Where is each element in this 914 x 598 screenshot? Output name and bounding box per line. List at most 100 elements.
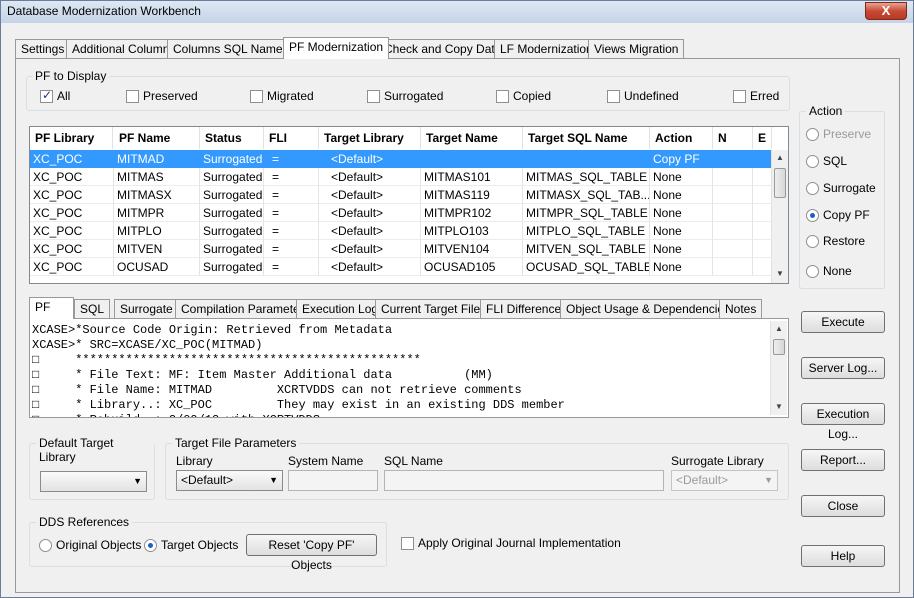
column-header-status[interactable]: Status [200,127,264,149]
system-name-input[interactable] [288,470,378,491]
radio-none[interactable]: None [806,264,852,278]
source-scroll-down-icon[interactable]: ▼ [771,399,787,415]
checkbox-copied[interactable]: Copied [496,89,551,103]
detail-tab-execution-log[interactable]: Execution Log [296,299,385,319]
table-cell [753,150,772,168]
column-header-target-library[interactable]: Target Library [319,127,421,149]
radio-copy-pf[interactable]: Copy PF [806,208,870,222]
column-header-target-name[interactable]: Target Name [421,127,523,149]
table-cell: XC_POC [30,258,114,276]
detail-tab-fli-difference[interactable]: FLI Difference [480,299,568,319]
window-content: Settings Additional Columns Columns SQL … [5,25,909,595]
radio-sql[interactable]: SQL [806,154,847,168]
radio-target-objects[interactable]: Target Objects [144,538,238,552]
system-name-label: System Name [288,454,364,468]
table-cell: Surrogated [200,150,264,168]
tab-additional-columns[interactable]: Additional Columns [66,39,182,59]
scroll-up-icon[interactable]: ▲ [772,150,788,166]
execute-button[interactable]: Execute [801,311,885,333]
library-select[interactable]: <Default> ▼ [176,470,283,491]
tab-columns-sql-names[interactable]: Columns SQL Names [167,39,295,59]
column-header-action[interactable]: Action [650,127,713,149]
column-header-pf-name[interactable]: PF Name [114,127,200,149]
pf-display-label: PF to Display [32,69,110,83]
table-row[interactable]: XC_POC OCUSAD Surrogated = <Default> OCUSAD10… [30,258,772,276]
source-scroll-thumb[interactable] [773,339,785,355]
table-row[interactable]: XC_POC MITMAD Surrogated = <Default> Copy PF [30,150,772,168]
detail-tab-surrogate[interactable]: Surrogate [114,299,179,319]
checkbox-undefined[interactable]: Undefined [607,89,679,103]
server-log-button[interactable]: Server Log... [801,357,885,379]
library-label: Library [176,454,213,468]
column-header-target-sql-name[interactable]: Target SQL Name [523,127,650,149]
source-line: □ * File Name: MITMAD XCRTVDDS can not r… [32,383,522,397]
table-row[interactable]: XC_POC MITMAS Surrogated = <Default> MITMAS10… [30,168,772,186]
radio-preserve: Preserve [806,127,871,141]
table-cell [753,258,772,276]
execution-log-button[interactable]: Execution Log... [801,403,885,441]
checkbox-all[interactable]: All [40,88,70,103]
checkbox-surrogated[interactable]: Surrogated [367,89,443,103]
table-cell [713,186,753,204]
table-cell: MITPLO103 [421,222,523,240]
table-row[interactable]: XC_POC MITPLO Surrogated = <Default> MITPLO10… [30,222,772,240]
tab-lf-modernization[interactable]: LF Modernization [494,39,599,59]
main-window: Database Modernization Workbench X Setti… [0,0,914,598]
table-cell: Copy PF [650,150,713,168]
table-cell: None [650,186,713,204]
reset-copy-pf-objects-button[interactable]: Reset 'Copy PF' Objects [246,534,377,572]
checkbox-preserved[interactable]: Preserved [126,89,198,103]
help-button[interactable]: Help [801,545,885,567]
detail-tab-sql[interactable]: SQL [74,299,111,319]
column-header-pf-library[interactable]: PF Library [30,127,113,149]
table-cell [753,240,772,258]
detail-tab-compilation-parameters[interactable]: Compilation Parameters [175,299,316,319]
table-cell: MITVEN_SQL_TABLE [523,240,650,258]
tab-settings[interactable]: Settings [15,39,71,59]
close-button[interactable]: Close [801,495,885,517]
radio-surrogate[interactable]: Surrogate [806,181,876,195]
default-target-library-select[interactable]: ▼ [40,471,147,492]
table-cell: Surrogated [200,222,264,240]
report-button[interactable]: Report... [801,449,885,471]
column-header-fli[interactable]: FLI [264,127,319,149]
sql-name-input[interactable] [384,470,664,491]
table-cell: <Default> [319,168,421,186]
column-header-n[interactable]: N [713,127,753,149]
table-cell: <Default> [319,222,421,240]
table-row[interactable]: XC_POC MITMASX Surrogated = <Default> MITMAS1… [30,186,772,204]
table-cell: OCUSAD105 [421,258,523,276]
source-vertical-scrollbar[interactable]: ▲ ▼ [770,321,787,415]
table-row[interactable]: XC_POC MITVEN Surrogated = <Default> MITVEN10… [30,240,772,258]
detail-tab-pf[interactable]: PF [29,297,74,319]
column-header-e[interactable]: E [753,127,772,149]
table-cell: = [264,150,319,168]
tab-check-and-copy-data[interactable]: Check and Copy Data [378,39,508,59]
source-code-text[interactable]: XCASE>*Source Code Origin: Retrieved fro… [32,323,767,417]
tab-pf-modernization[interactable]: PF Modernization [283,37,390,59]
dds-references-label: DDS References [36,515,133,529]
window-close-button[interactable]: X [865,2,907,20]
checkbox-migrated[interactable]: Migrated [250,89,314,103]
scroll-down-icon[interactable]: ▼ [772,266,788,282]
detail-tab-notes[interactable]: Notes [719,299,763,319]
table-cell: None [650,240,713,258]
source-line: □ * Library..: XC_POC They may exist in … [32,398,565,412]
scroll-thumb[interactable] [774,168,786,198]
radio-original-objects[interactable]: Original Objects [39,538,141,552]
grid-vertical-scrollbar[interactable]: ▲ ▼ [771,150,788,283]
table-cell: = [264,240,319,258]
checkbox-apply-journal[interactable]: Apply Original Journal Implementation [401,536,621,550]
radio-restore[interactable]: Restore [806,234,865,248]
detail-tab-current-target-files[interactable]: Current Target Files [375,299,493,319]
tab-views-migration[interactable]: Views Migration [588,39,685,59]
source-scroll-up-icon[interactable]: ▲ [771,321,787,337]
detail-tab-object-usage[interactable]: Object Usage & Dependencies [560,299,737,319]
chevron-down-icon: ▼ [133,476,142,486]
checkbox-erred[interactable]: Erred [733,89,779,103]
table-cell [753,168,772,186]
table-cell: XC_POC [30,240,114,258]
checkbox-all-box[interactable] [40,88,53,103]
table-cell: MITMPR102 [421,204,523,222]
table-row[interactable]: XC_POC MITMPR Surrogated = <Default> MITMPR10… [30,204,772,222]
